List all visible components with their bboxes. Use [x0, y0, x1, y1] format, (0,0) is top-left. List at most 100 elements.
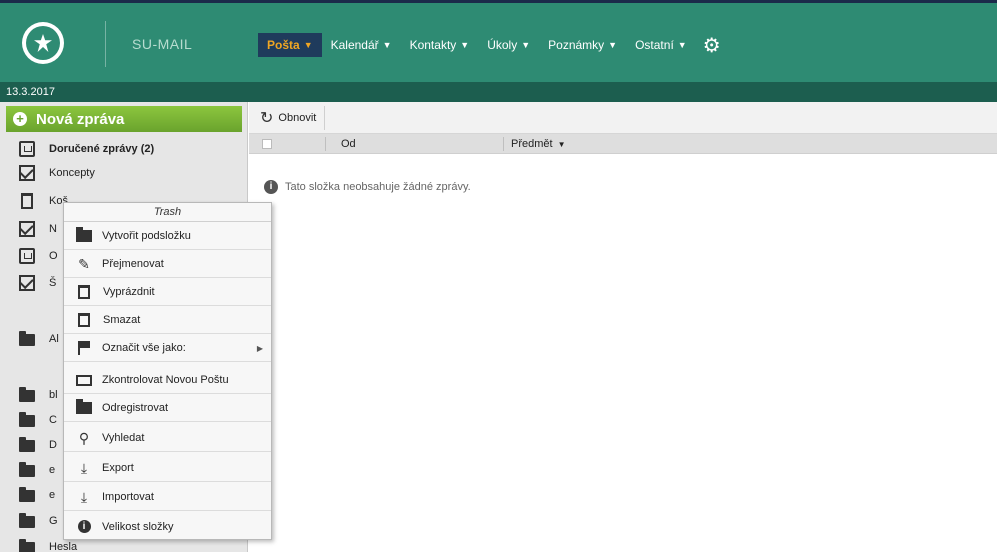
- date-bar: 13.3.2017: [0, 82, 997, 102]
- folder-label: Al: [49, 333, 59, 345]
- new-message-label: Nová zpráva: [36, 110, 125, 128]
- caret-down-icon: ▼: [460, 40, 470, 50]
- column-from[interactable]: Od: [341, 138, 356, 150]
- app-brand: SU-MAIL: [132, 36, 193, 52]
- menu-label: Vyhledat: [102, 432, 145, 444]
- folder-label: bl: [49, 389, 58, 401]
- trash-icon: [21, 193, 33, 209]
- caret-down-icon: ▼: [382, 40, 392, 50]
- menu-unsubscribe[interactable]: Odregistrovat: [64, 395, 271, 422]
- nav-label: Poznámky: [548, 38, 605, 52]
- main-nav: Pošta ▼ Kalendář ▼ Kontakty ▼ Úkoly ▼ Poznám…: [258, 33, 724, 57]
- folder-icon: [19, 412, 35, 427]
- university-logo: [22, 22, 64, 64]
- download-icon: ⤓: [80, 459, 88, 476]
- inbox-icon: [19, 141, 35, 157]
- column-separator: [503, 137, 504, 151]
- folder-plus-icon: [76, 227, 92, 242]
- nav-kalendar[interactable]: Kalendář ▼: [322, 33, 401, 57]
- empty-folder-note: i Tato složka neobsahuje žádné zprávy.: [264, 180, 471, 194]
- menu-create-subfolder[interactable]: Vytvořit podsložku: [64, 223, 271, 250]
- menu-folder-size[interactable]: i Velikost složky: [64, 513, 271, 540]
- menu-rename[interactable]: ✎ Přejmenovat: [64, 251, 271, 278]
- menu-label: Vytvořit podsložku: [102, 230, 191, 242]
- menu-delete[interactable]: Smazat: [64, 307, 271, 334]
- folder-label: D: [49, 439, 57, 451]
- nav-label: Ostatní: [635, 38, 674, 52]
- folder-label: N: [49, 223, 57, 235]
- folder-icon: [19, 387, 35, 402]
- folder-label: Š: [49, 277, 57, 289]
- column-subject[interactable]: Předmět ▼: [511, 138, 566, 150]
- menu-empty[interactable]: Vyprázdnit: [64, 279, 271, 306]
- shared-folder-icon: [19, 513, 35, 528]
- nav-label: Kalendář: [330, 38, 379, 52]
- new-mail-icon: [19, 221, 35, 237]
- refresh-button[interactable]: ↻ Obnovit: [254, 106, 326, 130]
- folder-icon: [19, 487, 35, 502]
- folder-label: O: [49, 250, 58, 262]
- folder-icon: [76, 399, 92, 414]
- flag-icon: [75, 340, 93, 356]
- nav-label: Kontakty: [409, 38, 457, 52]
- nav-kontakty[interactable]: Kontakty ▼: [401, 33, 479, 57]
- folder-label: Doručené zprávy (2): [49, 143, 155, 155]
- menu-label: Export: [102, 462, 134, 474]
- trash-icon: [78, 285, 90, 299]
- folder-drafts[interactable]: Koncepty: [0, 162, 248, 184]
- info-icon: i: [75, 519, 93, 535]
- outbox-icon: [19, 248, 35, 264]
- column-separator: [325, 137, 326, 151]
- nav-label: Pošta: [267, 38, 300, 52]
- message-list-header: Od Předmět ▼: [249, 134, 997, 154]
- envelope-icon: [19, 275, 35, 291]
- select-all-checkbox[interactable]: [262, 139, 272, 149]
- empty-folder-text: Tato složka neobsahuje žádné zprávy.: [285, 181, 471, 193]
- nav-ostatni[interactable]: Ostatní ▼: [626, 33, 696, 57]
- menu-import[interactable]: ⤓ Importovat: [64, 484, 271, 511]
- folder-inbox[interactable]: Doručené zprávy (2): [0, 138, 248, 160]
- new-message-button[interactable]: + Nová zpráva: [6, 106, 242, 132]
- folder-label: Koncepty: [49, 167, 95, 179]
- menu-label: Odregistrovat: [102, 402, 169, 414]
- menu-check-new-mail[interactable]: Zkontrolovat Novou Poštu: [64, 367, 271, 394]
- nav-ukoly[interactable]: Úkoly ▼: [478, 33, 539, 57]
- context-menu-title: Trash: [64, 203, 271, 222]
- folder-label: G: [49, 515, 58, 527]
- refresh-icon: ↻: [260, 110, 274, 127]
- menu-export[interactable]: ⤓ Export: [64, 455, 271, 482]
- column-subject-label: Předmět: [511, 138, 553, 150]
- nav-poznamky[interactable]: Poznámky ▼: [539, 33, 626, 57]
- info-icon: i: [264, 180, 278, 194]
- mail-check-icon: [76, 374, 92, 386]
- top-header: SU-MAIL Pošta ▼ Kalendář ▼ Kontakty ▼ Úkoly…: [0, 0, 997, 82]
- menu-label: Přejmenovat: [102, 258, 164, 270]
- caret-down-icon: ▼: [608, 40, 618, 50]
- sort-caret-icon: ▼: [557, 139, 566, 149]
- folder-context-menu: Trash Vytvořit podsložku ✎ Přejmenovat Vy…: [63, 202, 272, 540]
- folder-label: e: [49, 464, 56, 476]
- folder-label: e: [49, 489, 56, 501]
- trash-icon: [78, 313, 90, 327]
- menu-label: Smazat: [103, 314, 141, 326]
- menu-label: Velikost složky: [102, 520, 174, 533]
- edit-icon: ✎: [78, 255, 90, 272]
- gear-icon[interactable]: ⚙: [700, 33, 724, 57]
- menu-search[interactable]: ⚲ Vyhledat: [64, 425, 271, 452]
- refresh-label: Obnovit: [278, 112, 317, 124]
- caret-down-icon: ▼: [521, 40, 531, 50]
- folder-icon: [19, 437, 35, 452]
- message-toolbar: ↻ Obnovit: [249, 102, 997, 134]
- menu-label: Označit vše jako:: [102, 342, 186, 354]
- menu-mark-all-as[interactable]: Označit vše jako: ▶: [64, 335, 271, 362]
- folder-label: C: [49, 414, 57, 426]
- folder-icon: [19, 331, 35, 346]
- current-date: 13.3.2017: [6, 86, 55, 98]
- drafts-icon: [19, 165, 35, 181]
- folder-label: Hesla: [49, 541, 78, 552]
- nav-label: Úkoly: [487, 38, 518, 52]
- brand-divider: [105, 21, 106, 67]
- nav-posta[interactable]: Pošta ▼: [258, 33, 322, 57]
- menu-label: Importovat: [102, 491, 154, 503]
- menu-label: Vyprázdnit: [103, 286, 155, 298]
